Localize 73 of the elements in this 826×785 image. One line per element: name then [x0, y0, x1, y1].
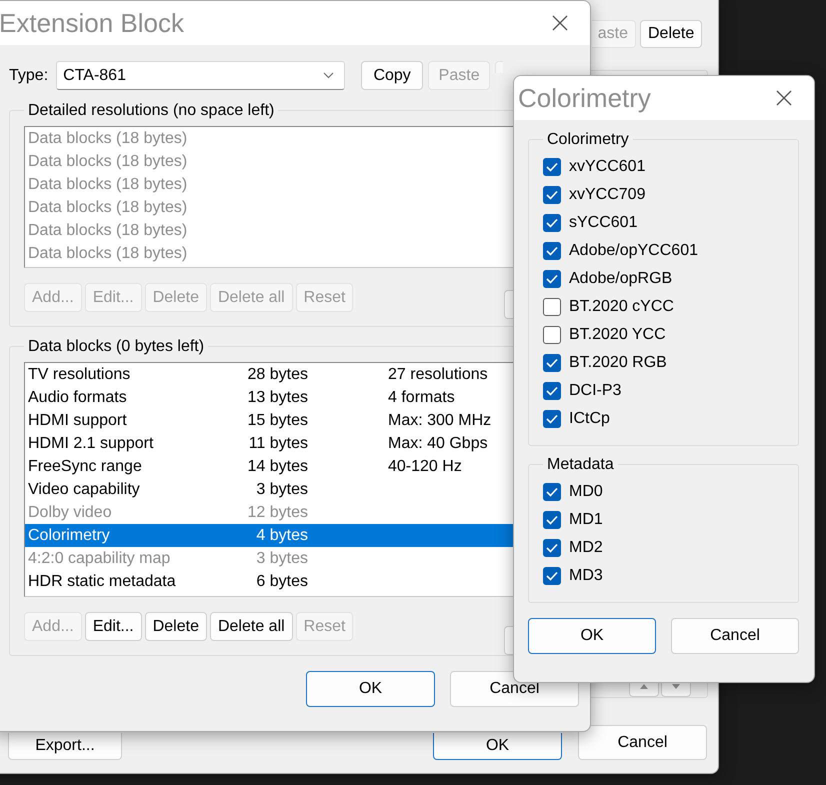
checkbox-label[interactable]: MD1 — [569, 508, 603, 532]
checkmark-icon — [546, 274, 558, 284]
checkbox-label[interactable]: DCI-P3 — [569, 379, 622, 404]
delete-all-button[interactable]: Delete all — [210, 612, 293, 642]
checkbox-label[interactable]: Adobe/opYCC601 — [569, 239, 698, 264]
checkbox[interactable] — [543, 483, 561, 502]
checkmark-icon — [546, 218, 558, 228]
checkbox[interactable] — [543, 354, 561, 372]
ok-button[interactable]: OK — [306, 671, 435, 708]
up-arrow-icon — [639, 682, 649, 690]
checkbox[interactable] — [543, 382, 561, 400]
delete-button[interactable]: Delete — [144, 612, 207, 642]
checkbox-label[interactable]: xvYCC601 — [569, 155, 646, 180]
checkbox-label[interactable]: MD2 — [569, 536, 603, 560]
checkmark-icon — [546, 386, 558, 396]
checkbox[interactable] — [543, 511, 561, 530]
copy-button[interactable]: Copy — [361, 61, 424, 90]
edit-button[interactable]: Edit... — [84, 612, 142, 642]
checkbox[interactable] — [543, 567, 561, 586]
checkbox[interactable] — [543, 242, 561, 260]
cancel-button[interactable]: Cancel — [671, 618, 799, 654]
group-title: Metadata — [546, 455, 615, 474]
checkmark-icon — [546, 414, 558, 424]
list-row[interactable]: HDMI 2.1 support 11 bytes Max: 40 Gbps — [25, 432, 515, 456]
checkbox-label[interactable]: BT.2020 RGB — [569, 351, 667, 376]
checkbox-label[interactable]: sYCC601 — [569, 211, 638, 236]
window-title: Extension Block — [0, 10, 184, 36]
list-row[interactable]: Colorimetry 4 bytes — [25, 524, 515, 548]
checkbox[interactable] — [543, 410, 561, 428]
list-row[interactable]: FreeSync range 14 bytes 40-120 Hz — [25, 455, 515, 478]
checkbox-label[interactable]: BT.2020 cYCC — [569, 295, 674, 320]
checkmark-icon — [546, 543, 558, 554]
checkbox-label[interactable]: MD3 — [569, 564, 603, 588]
checkbox-label[interactable]: MD0 — [569, 480, 603, 504]
cancel-button[interactable]: Cancel — [578, 725, 707, 760]
group-title: Detailed resolutions (no space left) — [27, 101, 276, 120]
group-title: Colorimetry — [546, 130, 630, 150]
list-row[interactable]: TV resolutions 28 bytes 27 resolutions — [25, 363, 515, 386]
group-title: Data blocks (0 bytes left) — [27, 337, 206, 356]
checkbox[interactable] — [543, 539, 561, 558]
checkbox[interactable] — [543, 186, 561, 204]
checkbox-label[interactable]: ICtCp — [569, 407, 610, 432]
chevron-down-icon — [323, 72, 334, 79]
ok-button[interactable]: OK — [528, 618, 656, 654]
checkbox[interactable] — [543, 326, 561, 344]
checkbox-label[interactable]: xvYCC709 — [569, 183, 646, 208]
list-row[interactable]: HDMI support 15 bytes Max: 300 MHz — [25, 409, 515, 432]
checkbox-label[interactable]: BT.2020 YCC — [569, 323, 666, 348]
checkbox[interactable] — [543, 214, 561, 232]
checkbox[interactable] — [543, 158, 561, 176]
list-row[interactable]: Video capability 3 bytes — [25, 478, 515, 502]
ok-button[interactable]: OK — [433, 733, 562, 760]
checkmark-icon — [546, 358, 558, 368]
checkmark-icon — [546, 190, 558, 200]
close-icon[interactable] — [776, 90, 792, 106]
checkmark-icon — [546, 162, 558, 172]
list-box[interactable] — [24, 362, 516, 598]
down-arrow-icon — [671, 682, 681, 690]
list-row[interactable]: HDR static metadata 6 bytes — [25, 570, 515, 594]
checkbox[interactable] — [543, 298, 561, 316]
type-dropdown[interactable]: CTA-861 — [56, 61, 346, 90]
checkmark-icon — [546, 487, 558, 498]
close-icon[interactable] — [552, 15, 568, 31]
checkbox-label[interactable]: Adobe/opRGB — [569, 267, 672, 292]
checkmark-icon — [546, 246, 558, 256]
list-row[interactable]: Audio formats 13 bytes 4 formats — [25, 386, 515, 410]
checkmark-icon — [546, 571, 558, 582]
checkmark-icon — [546, 515, 558, 526]
export-button[interactable]: Export... — [8, 733, 122, 760]
delete-button[interactable]: Delete — [640, 20, 702, 48]
window-title: Colorimetry — [518, 85, 651, 111]
checkbox[interactable] — [543, 270, 561, 288]
type-label: Type: — [9, 66, 48, 86]
